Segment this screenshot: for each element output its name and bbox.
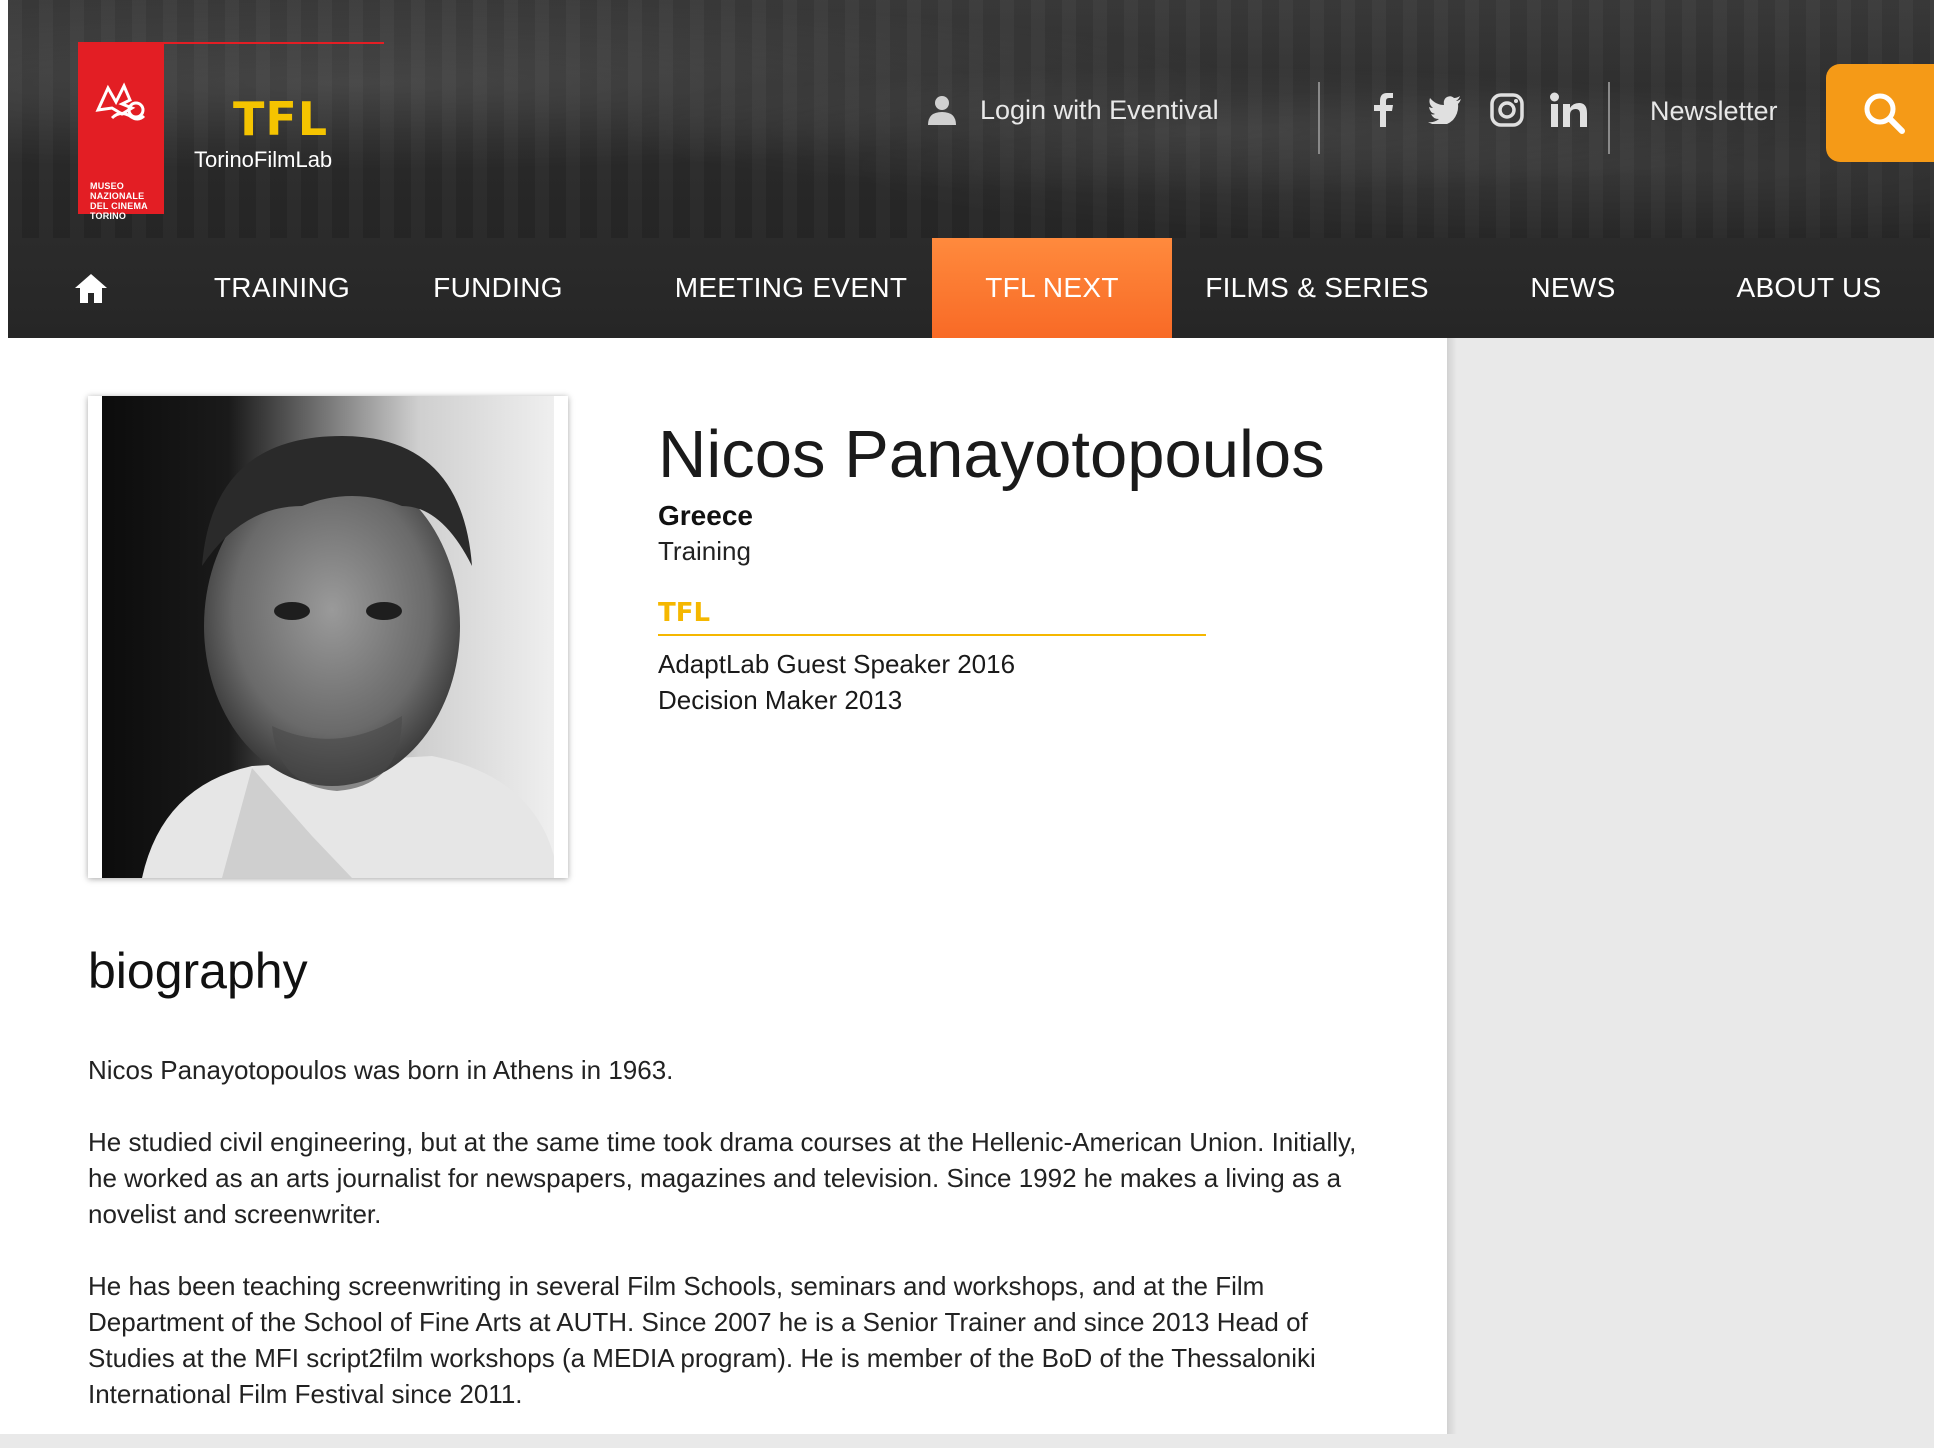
facebook-icon[interactable]	[1363, 90, 1403, 130]
search-button[interactable]	[1826, 64, 1934, 162]
home-icon	[75, 274, 107, 303]
social-links	[1363, 90, 1589, 130]
nav-item-films-series[interactable]: FILMS & SERIES	[1172, 238, 1462, 338]
museo-cinema-logo-mark	[95, 82, 146, 121]
tfl-logo-subtitle[interactable]: TorinoFilmLab	[194, 147, 332, 173]
nav-item-tfl-next[interactable]: TFL NEXT	[932, 238, 1172, 338]
page-left-edge	[0, 0, 8, 1434]
nav-item-about-us[interactable]: ABOUT US	[1684, 238, 1934, 338]
newsletter-link[interactable]: Newsletter	[1650, 96, 1778, 127]
tfl-role-item: Decision Maker 2013	[658, 685, 903, 715]
tfl-logo-title[interactable]: TFL	[233, 92, 328, 146]
biography-paragraph: He studied civil engineering, but at the…	[88, 1127, 1357, 1229]
profile-content: Nicos Panayotopoulos Greece Training TFL…	[8, 338, 1447, 1434]
nav-home[interactable]	[8, 238, 174, 338]
twitter-icon[interactable]	[1425, 90, 1465, 130]
instagram-icon[interactable]	[1487, 90, 1527, 130]
site-header: MUSEO NAZIONALE DEL CINEMA TORINO TFL To…	[8, 0, 1934, 238]
biography-text: Nicos Panayotopoulos was born in Athens …	[88, 1052, 1388, 1448]
profile-photo	[102, 396, 554, 878]
sidebar-shadow	[1447, 338, 1457, 1434]
person-name: Nicos Panayotopoulos	[658, 417, 1325, 492]
user-icon	[928, 96, 956, 125]
tfl-role-item: AdaptLab Guest Speaker 2016	[658, 649, 1016, 679]
tfl-roles-list: AdaptLab Guest Speaker 2016 Decision Mak…	[658, 646, 1015, 718]
museo-cinema-logo-text: MUSEO NAZIONALE DEL CINEMA TORINO	[90, 181, 148, 221]
login-label: Login with Eventival	[980, 94, 1219, 125]
museo-cinema-logo[interactable]: MUSEO NAZIONALE DEL CINEMA TORINO	[78, 44, 164, 221]
nav-item-training[interactable]: TRAINING	[174, 238, 390, 338]
header-divider	[1318, 82, 1320, 154]
main-nav: TRAINING FUNDING MEETING EVENT TFL NEXT …	[8, 238, 1934, 338]
biography-heading: biography	[88, 943, 308, 999]
nav-item-news[interactable]: NEWS	[1462, 238, 1684, 338]
biography-paragraph: Nicos Panayotopoulos was born in Athens …	[88, 1055, 674, 1085]
person-category: Training	[658, 536, 751, 566]
person-country: Greece	[658, 500, 753, 531]
nav-item-meeting-event[interactable]: MEETING EVENT	[648, 238, 934, 338]
login-link[interactable]: Login with Eventival	[926, 94, 1219, 126]
linkedin-icon[interactable]	[1549, 90, 1589, 130]
nav-item-funding[interactable]: FUNDING	[390, 238, 606, 338]
tfl-section-label: TFL	[658, 598, 711, 628]
profile-photo-frame	[88, 396, 568, 878]
search-icon	[1864, 93, 1905, 134]
portrait-image	[142, 436, 554, 878]
tfl-section-divider	[658, 634, 1206, 636]
header-divider	[1608, 82, 1610, 154]
biography-paragraph: He has been teaching screenwriting in se…	[88, 1271, 1316, 1409]
